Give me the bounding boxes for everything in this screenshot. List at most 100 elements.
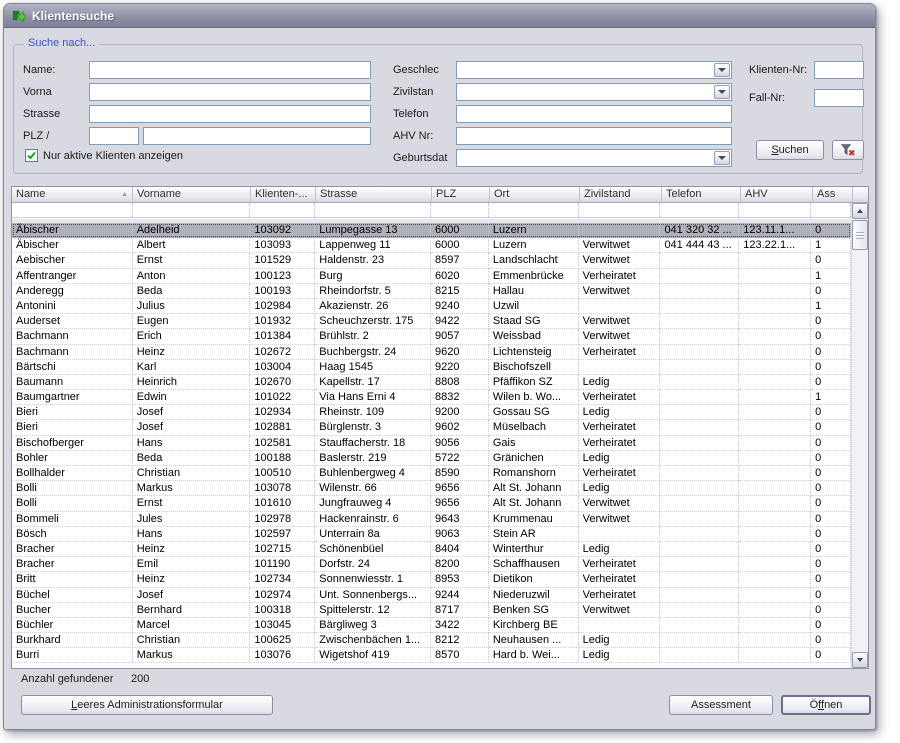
empty-admin-form-button[interactable]: Leeres Administrationsformular xyxy=(21,695,273,715)
table-cell xyxy=(660,345,739,360)
table-row[interactable]: AndereggBeda100193Rheindorfstr. 58215Hal… xyxy=(12,284,851,299)
column-header-klienten-[interactable]: Klienten-... xyxy=(251,187,316,203)
filter-cell[interactable] xyxy=(315,203,431,217)
table-cell xyxy=(739,420,811,435)
table-row[interactable]: BolliMarkus103078Wilenstr. 669656Alt St.… xyxy=(12,481,851,496)
name-input[interactable] xyxy=(89,61,371,79)
column-header-ass[interactable]: Ass xyxy=(813,187,853,203)
table-cell: 101610 xyxy=(250,496,315,511)
table-row[interactable]: BachmannErich101384Brühlstr. 29057Weissb… xyxy=(12,329,851,344)
plz-input[interactable] xyxy=(89,127,139,145)
table-cell: Markus xyxy=(133,481,251,496)
ahv-input[interactable] xyxy=(456,127,732,145)
table-cell: Luzern xyxy=(489,238,579,253)
filter-cell[interactable] xyxy=(811,203,851,217)
table-row[interactable]: AebischerErnst101529Haldenstr. 238597Lan… xyxy=(12,253,851,268)
column-header-ahv[interactable]: AHV xyxy=(741,187,813,203)
table-row[interactable]: BommeliJules102978Hackenrainstr. 69643Kr… xyxy=(12,512,851,527)
table-cell: Alt St. Johann xyxy=(489,496,579,511)
column-header-name[interactable]: Name▲ xyxy=(12,187,133,203)
table-cell: Pfäffikon SZ xyxy=(489,375,579,390)
table-row[interactable]: BaumgartnerEdwin101022Via Hans Erni 4883… xyxy=(12,390,851,405)
table-cell xyxy=(660,633,739,648)
filter-cell[interactable] xyxy=(431,203,489,217)
filter-cell[interactable] xyxy=(660,203,739,217)
column-header-plz[interactable]: PLZ xyxy=(432,187,490,203)
table-row[interactable]: BärtschiKarl103004Haag 15459220Bischofsz… xyxy=(12,360,851,375)
chevron-down-icon[interactable] xyxy=(714,151,730,165)
table-cell: 6020 xyxy=(431,269,489,284)
scroll-up-button[interactable] xyxy=(852,203,868,219)
table-row[interactable]: AffentrangerAnton100123Burg6020Emmenbrüc… xyxy=(12,269,851,284)
title-bar[interactable]: Klientensuche xyxy=(4,4,875,28)
client-table: Name▲VornameKlienten-...StrassePLZOrtZiv… xyxy=(11,186,869,669)
active-only-checkbox[interactable] xyxy=(25,149,38,162)
scroll-down-button[interactable] xyxy=(852,652,868,668)
table-row[interactable]: AudersetEugen101932Scheuchzerstr. 175942… xyxy=(12,314,851,329)
ort-input[interactable] xyxy=(143,127,371,145)
table-row[interactable]: BurriMarkus103076Wigetshof 4198570Hard b… xyxy=(12,648,851,663)
filter-cell[interactable] xyxy=(579,203,661,217)
table-cell xyxy=(739,390,811,405)
filter-cell[interactable] xyxy=(489,203,579,217)
fall-nr-input[interactable] xyxy=(814,89,864,107)
table-row[interactable]: BaumannHeinrich102670Kapellstr. 178808Pf… xyxy=(12,375,851,390)
column-header-zivilstand[interactable]: Zivilstand xyxy=(580,187,662,203)
scrollbar-thumb[interactable] xyxy=(852,220,868,250)
table-row[interactable]: BüchelJosef102974Unt. Sonnenbergs...9244… xyxy=(12,588,851,603)
table-row[interactable]: BieriJosef102881Bürglenstr. 39602Müselba… xyxy=(12,420,851,435)
clear-filter-button[interactable] xyxy=(832,140,864,160)
table-cell: Bommeli xyxy=(12,512,133,527)
table-row[interactable]: ÄbischerAlbert103093Lappenweg 116000Luze… xyxy=(12,238,851,253)
table-row[interactable]: BracherHeinz102715Schönenbüel8404Wintert… xyxy=(12,542,851,557)
telefon-input[interactable] xyxy=(456,105,732,123)
geburtsdatum-label: Geburtsdat xyxy=(393,152,447,164)
table-cell: Burg xyxy=(315,269,431,284)
column-header-ort[interactable]: Ort xyxy=(490,187,580,203)
suchen-button[interactable]: Suchen xyxy=(756,140,824,160)
vorname-input[interactable] xyxy=(89,83,371,101)
strasse-input[interactable] xyxy=(89,105,371,123)
table-cell: Verwitwet xyxy=(579,512,661,527)
klienten-nr-input[interactable] xyxy=(814,61,864,79)
table-row[interactable]: BrittHeinz102734Sonnenwiesstr. 18953Diet… xyxy=(12,572,851,587)
table-row[interactable]: BieriJosef102934Rheinstr. 1099200Gossau … xyxy=(12,405,851,420)
table-cell: 0 xyxy=(811,223,851,238)
column-header-strasse[interactable]: Strasse xyxy=(316,187,432,203)
table-cell xyxy=(739,253,811,268)
table-row[interactable]: AntoniniJulius102984Akazienstr. 269240Uz… xyxy=(12,299,851,314)
table-row[interactable]: BischofbergerHans102581Stauffacherstr. 1… xyxy=(12,436,851,451)
table-cell: 103092 xyxy=(250,223,315,238)
oeffnen-button[interactable]: Öffnen xyxy=(781,695,871,715)
table-row[interactable]: BurkhardChristian100625Zwischenbächen 1.… xyxy=(12,633,851,648)
table-row[interactable]: BollhalderChristian100510Buhlenbergweg 4… xyxy=(12,466,851,481)
table-row[interactable]: BucherBernhard100318Spittelerstr. 128717… xyxy=(12,603,851,618)
table-row[interactable]: BüchlerMarcel103045Bärgliweg 33422Kirchb… xyxy=(12,618,851,633)
chevron-down-icon[interactable] xyxy=(714,63,730,77)
geburtsdatum-combobox[interactable] xyxy=(456,149,732,167)
table-row[interactable]: BohlerBeda100188Baslerstr. 2195722Gränic… xyxy=(12,451,851,466)
filter-cell[interactable] xyxy=(133,203,251,217)
chevron-down-icon[interactable] xyxy=(714,85,730,99)
table-cell: Heinz xyxy=(133,542,251,557)
table-row[interactable]: BracherEmil101190Dorfstr. 248200Schaffha… xyxy=(12,557,851,572)
filter-cell[interactable] xyxy=(250,203,315,217)
column-header-telefon[interactable]: Telefon xyxy=(662,187,741,203)
zivilstand-combobox[interactable] xyxy=(456,83,732,101)
table-cell: 9602 xyxy=(431,420,489,435)
table-row[interactable]: BachmannHeinz102672Buchbergstr. 249620Li… xyxy=(12,345,851,360)
table-cell: 0 xyxy=(811,329,851,344)
filter-cell[interactable] xyxy=(739,203,811,217)
table-row[interactable]: ÄbischerAdelheid103092Lumpegasse 136000L… xyxy=(12,223,851,238)
column-header-vorname[interactable]: Vorname xyxy=(133,187,251,203)
filter-cell[interactable] xyxy=(12,203,133,217)
vertical-scrollbar[interactable] xyxy=(851,203,868,668)
table-cell: 0 xyxy=(811,436,851,451)
table-cell: 6000 xyxy=(431,223,489,238)
table-cell: 102984 xyxy=(250,299,315,314)
table-row[interactable]: BöschHans102597Unterrain 8a9063Stein AR0 xyxy=(12,527,851,542)
assessment-button[interactable]: Assessment xyxy=(669,695,773,715)
geschlecht-combobox[interactable] xyxy=(456,61,732,79)
table-cell: Hans xyxy=(133,436,251,451)
table-row[interactable]: BolliErnst101610Jungfrauweg 49656Alt St.… xyxy=(12,496,851,511)
